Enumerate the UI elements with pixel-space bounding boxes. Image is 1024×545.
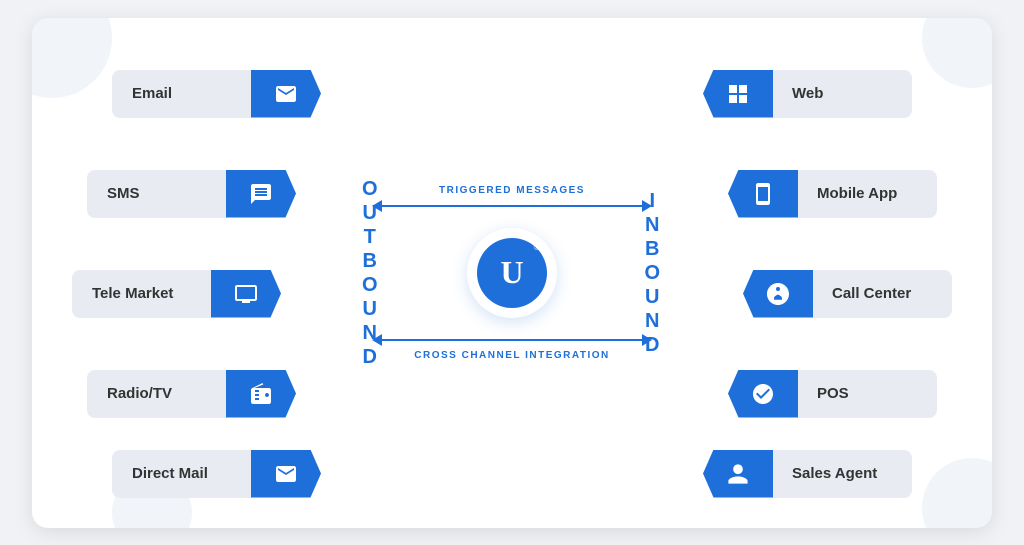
diagram-container: OUTBOUND INBOUND Email SMS Tele Market R… (32, 18, 992, 528)
sales-agent-icon (703, 450, 773, 498)
call-center-label: Call Center (812, 270, 952, 318)
logo-u-circle: U ® (477, 238, 547, 308)
triggered-messages-label: TRIGGERED MESSAGES (439, 185, 585, 196)
mobile-app-icon (728, 170, 798, 218)
triggered-messages-section: TRIGGERED MESSAGES (372, 185, 652, 212)
top-arrow (372, 200, 652, 212)
channel-pill-direct-mail: Direct Mail (112, 450, 321, 498)
direct-mail-icon (251, 450, 321, 498)
web-icon (703, 70, 773, 118)
sms-icon (226, 170, 296, 218)
center-logo: U ® (467, 228, 557, 318)
logo-letter: U (500, 254, 523, 291)
deco-circle-tl (32, 18, 112, 98)
radio-tv-label: Radio/TV (87, 370, 227, 418)
registered-mark: ® (533, 242, 541, 253)
tele-market-icon (211, 270, 281, 318)
tele-market-label: Tele Market (72, 270, 212, 318)
channel-pill-web: Web (703, 70, 912, 118)
mobile-app-label: Mobile App (797, 170, 937, 218)
direct-mail-label: Direct Mail (112, 450, 252, 498)
bottom-arrow (372, 334, 652, 346)
channel-pill-pos: POS (728, 370, 937, 418)
channel-pill-radio-tv: Radio/TV (87, 370, 296, 418)
pos-label: POS (797, 370, 937, 418)
email-icon (251, 70, 321, 118)
radio-tv-icon (226, 370, 296, 418)
channel-pill-email: Email (112, 70, 321, 118)
cross-channel-label: CROSS CHANNEL INTEGRATION (414, 350, 609, 361)
web-label: Web (772, 70, 912, 118)
channel-pill-sms: SMS (87, 170, 296, 218)
channel-pill-call-center: Call Center (743, 270, 952, 318)
deco-circle-tr (922, 18, 992, 88)
sms-label: SMS (87, 170, 227, 218)
email-label: Email (112, 70, 252, 118)
pos-icon (728, 370, 798, 418)
deco-circle-br (922, 458, 992, 528)
cross-channel-section: CROSS CHANNEL INTEGRATION (372, 334, 652, 361)
sales-agent-label: Sales Agent (772, 450, 912, 498)
call-center-icon (743, 270, 813, 318)
channel-pill-tele-market: Tele Market (72, 270, 281, 318)
channel-pill-mobile-app: Mobile App (728, 170, 937, 218)
channel-pill-sales-agent: Sales Agent (703, 450, 912, 498)
